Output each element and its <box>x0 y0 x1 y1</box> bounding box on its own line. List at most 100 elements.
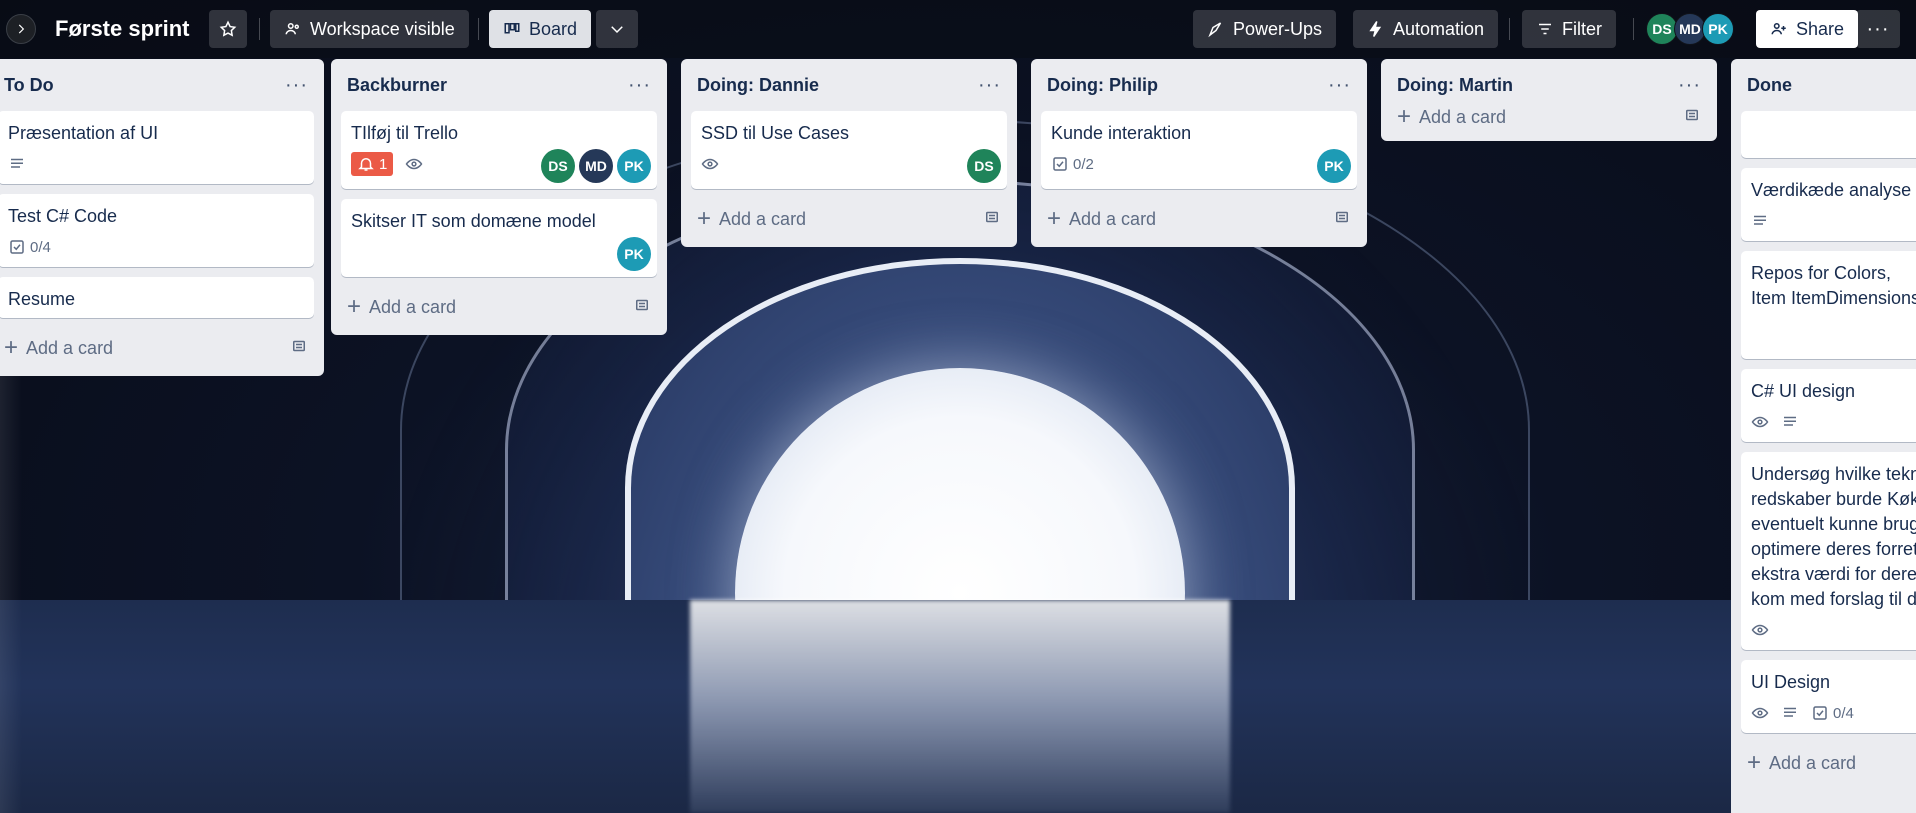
add-card-button[interactable]: + Add a card <box>1741 743 1916 783</box>
card[interactable]: UI Design 0/4 <box>1741 660 1916 733</box>
card-badges: 0/4 <box>1751 701 1916 725</box>
list-title[interactable]: To Do <box>4 75 54 96</box>
notification-count: 1 <box>379 155 388 173</box>
card-title: Skitser IT som domæne model <box>351 211 596 231</box>
board-view-button[interactable]: Board <box>489 10 592 48</box>
automation-button[interactable]: Automation <box>1353 10 1499 48</box>
add-card-label: Add a card <box>26 337 114 358</box>
checklist-count: 0/2 <box>1073 155 1094 173</box>
description-icon <box>1781 413 1799 431</box>
avatar[interactable]: PK <box>1317 149 1351 183</box>
add-card-label: Add a card <box>719 208 807 229</box>
checkbox-icon <box>1053 157 1067 171</box>
card-title: UI Design <box>1751 672 1831 692</box>
header-divider <box>1509 18 1510 40</box>
avatar[interactable]: PK <box>617 237 651 271</box>
list-backburner: Backburner ··· TIlføj til Trello 1 DS MD… <box>331 59 667 335</box>
list-title[interactable]: Doing: Dannie <box>697 75 819 96</box>
chevron-right-icon <box>18 24 25 34</box>
visibility-label: Workspace visible <box>310 18 455 39</box>
plus-icon: + <box>4 334 19 361</box>
list-menu-icon[interactable]: ··· <box>285 74 308 97</box>
add-card-label: Add a card <box>1769 752 1857 773</box>
card-members: PK <box>617 237 651 271</box>
add-card-button[interactable]: + Add a card <box>1391 97 1707 137</box>
card[interactable]: Resume <box>0 277 314 318</box>
card-template-icon[interactable] <box>633 296 651 319</box>
list-title[interactable]: Done <box>1747 75 1792 96</box>
add-card-button[interactable]: + Add a card <box>691 199 1007 239</box>
card[interactable]: TIlføj til Trello 1 DS MD PK <box>341 111 657 189</box>
card[interactable]: Skitser IT som domæne model PK <box>341 199 657 277</box>
card[interactable]: Præsentation af UI <box>0 111 314 184</box>
ellipsis-icon: ··· <box>1866 17 1890 40</box>
list-menu-icon[interactable]: ··· <box>1328 74 1351 97</box>
filter-button[interactable]: Filter <box>1522 10 1616 48</box>
list-done: Done Værdikæde analyse Repos for Colors,… <box>1731 59 1916 813</box>
add-card-button[interactable]: + Add a card <box>341 287 657 327</box>
card-template-icon[interactable] <box>290 337 308 360</box>
card[interactable]: SSD til Use Cases DS <box>691 111 1007 189</box>
list-doing-philip: Doing: Philip ··· Kunde interaktion 0/2 … <box>1031 59 1367 247</box>
bell-icon <box>358 158 374 171</box>
avatar[interactable]: DS <box>541 149 575 183</box>
add-person-icon <box>1771 23 1786 35</box>
watching-icon <box>1751 413 1769 431</box>
list-header[interactable]: To Do ··· <box>0 59 314 111</box>
board-view-icon <box>504 23 520 34</box>
star-board-button[interactable] <box>209 10 247 48</box>
people-icon <box>285 23 299 35</box>
add-card-label: Add a card <box>1069 208 1157 229</box>
list-menu-icon[interactable]: ··· <box>628 74 651 97</box>
list-menu-icon[interactable]: ··· <box>978 74 1001 97</box>
more-menu-button[interactable]: ··· <box>1856 10 1900 48</box>
board-members: DS MD PK <box>1646 13 1734 45</box>
card[interactable]: Undersøg hvilke tekno redskaber burde Kø… <box>1741 452 1916 650</box>
card-badges <box>1751 618 1916 642</box>
card-badges <box>1751 410 1916 434</box>
card[interactable]: Kunde interaktion 0/2 PK <box>1041 111 1357 189</box>
card[interactable]: C# UI design <box>1741 369 1916 442</box>
list-title[interactable]: Doing: Philip <box>1047 75 1158 96</box>
power-ups-button[interactable]: Power-Ups <box>1193 10 1337 48</box>
card[interactable]: Test C# Code 0/4 <box>0 194 314 267</box>
board-title[interactable]: Første sprint <box>55 16 189 42</box>
description-icon <box>1751 212 1769 230</box>
card[interactable]: Repos for Colors, Item ItemDimensions <box>1741 251 1916 359</box>
watching-icon <box>701 155 719 173</box>
checklist-count: 0/4 <box>1833 704 1854 722</box>
list-header[interactable]: Doing: Dannie ··· <box>691 59 1007 111</box>
card-title: Kunde interaktion <box>1051 123 1192 143</box>
views-dropdown-button[interactable] <box>596 10 638 48</box>
expand-sidebar-button[interactable] <box>6 14 36 44</box>
avatar[interactable]: MD <box>579 149 613 183</box>
plus-icon: + <box>1747 749 1762 776</box>
list-header[interactable]: Done <box>1741 59 1916 111</box>
watching-icon <box>1751 621 1769 639</box>
card[interactable] <box>1741 111 1916 158</box>
avatar[interactable]: PK <box>617 149 651 183</box>
list-title[interactable]: Doing: Martin <box>1397 75 1513 96</box>
card[interactable]: Værdikæde analyse <box>1741 168 1916 241</box>
notification-badge: 1 <box>351 152 394 176</box>
add-card-button[interactable]: + Add a card <box>1041 199 1357 239</box>
list-todo: To Do ··· Præsentation af UI Test C# Cod… <box>0 59 324 376</box>
card-badges: 0/4 <box>8 235 304 259</box>
card-template-icon[interactable] <box>1683 106 1701 129</box>
avatar[interactable]: PK <box>1702 13 1734 45</box>
visibility-button[interactable]: Workspace visible <box>270 10 469 48</box>
checklist-badge: 0/2 <box>1051 155 1094 173</box>
list-header[interactable]: Doing: Philip ··· <box>1041 59 1357 111</box>
description-icon <box>1781 704 1799 722</box>
plus-icon: + <box>1047 205 1062 232</box>
list-header[interactable]: Backburner ··· <box>341 59 657 111</box>
card-template-icon[interactable] <box>1333 208 1351 231</box>
filter-label: Filter <box>1562 18 1602 39</box>
card-template-icon[interactable] <box>983 208 1001 231</box>
avatar[interactable]: DS <box>967 149 1001 183</box>
card-title: C# UI design <box>1751 381 1856 401</box>
list-menu-icon[interactable]: ··· <box>1678 74 1701 97</box>
card-title: SSD til Use Cases <box>701 123 850 143</box>
list-title[interactable]: Backburner <box>347 75 447 96</box>
add-card-button[interactable]: + Add a card <box>0 328 314 368</box>
